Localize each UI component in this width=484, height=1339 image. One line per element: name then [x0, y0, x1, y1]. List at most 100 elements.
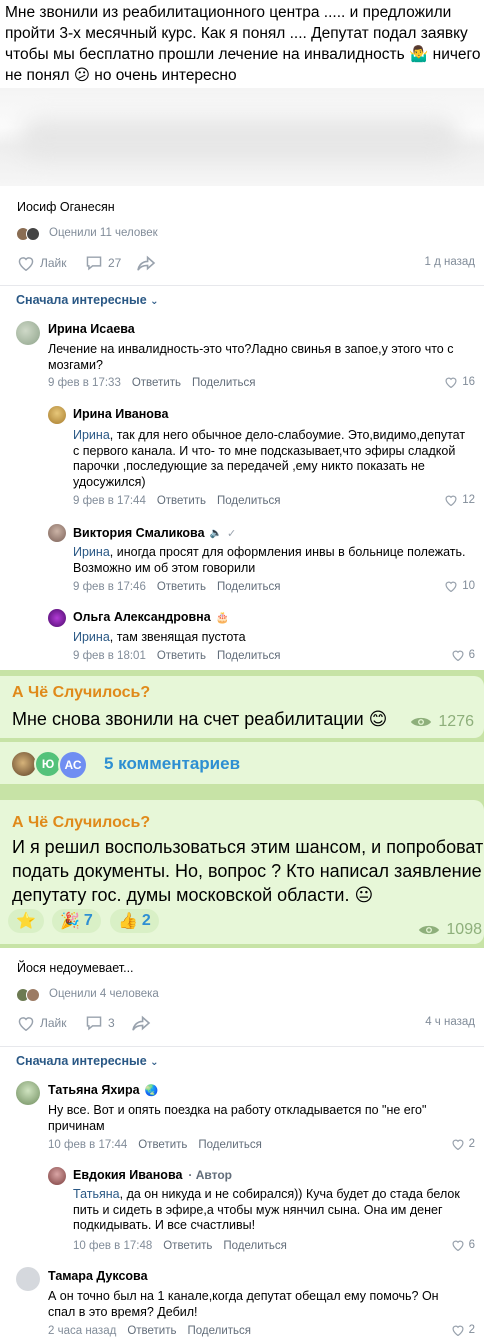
share-button[interactable]: Поделиться [217, 581, 281, 593]
reaction-count: 2 [141, 912, 151, 929]
message-bubble: А Чё Случилось? Мне снова звонили на сче… [0, 676, 484, 738]
channel-name[interactable]: А Чё Случилось? [12, 684, 150, 702]
view-counter: 1098 [418, 921, 482, 939]
reply-button[interactable]: Ответить [157, 495, 206, 507]
comment-date: 9 фев в 17:33 [48, 377, 121, 389]
comment-author[interactable]: Евдокия Иванова [73, 1168, 182, 1182]
avatar[interactable] [48, 406, 66, 424]
post-time: 4 ч назад [425, 1016, 475, 1028]
share-icon[interactable] [136, 255, 156, 271]
comment-body: , там звенящая пустота [109, 630, 246, 644]
reaction-star[interactable]: ⭐ [8, 909, 44, 933]
comment-author[interactable]: Виктория Смаликова [73, 526, 205, 540]
thumbs-up-icon: 👍 [118, 913, 138, 930]
reply-button[interactable]: Ответить [157, 581, 206, 593]
avatar[interactable] [16, 1267, 40, 1291]
comment-author-row: Ольга Александровна 🎂 [73, 610, 229, 624]
like-count: 6 [468, 649, 475, 661]
comment-like-button[interactable]: 6 [451, 649, 475, 661]
comment-author[interactable]: Ольга Александровна [73, 610, 211, 624]
reply-button[interactable]: Ответить [132, 377, 181, 389]
chevron-down-icon: ⌄ [150, 296, 159, 307]
comment-text: Ну все. Вот и опять поездка на работу от… [48, 1103, 427, 1133]
mention-link[interactable]: Ирина [73, 630, 110, 644]
comment-like-button[interactable]: 16 [444, 376, 475, 388]
rated-count[interactable]: Оценили 4 человека [49, 988, 159, 1000]
like-button[interactable]: Лайк [17, 254, 67, 272]
sort-label: Сначала интересные [16, 293, 147, 307]
avatar[interactable] [48, 1167, 66, 1185]
heart-icon [18, 257, 34, 271]
share-button[interactable]: Поделиться [223, 1240, 287, 1252]
heart-icon [18, 1017, 34, 1031]
mention-link[interactable]: Татьяна [73, 1187, 120, 1201]
star-icon: ⭐ [16, 913, 36, 930]
share-button[interactable]: Поделиться [198, 1139, 262, 1151]
comment-date: 10 фев в 17:44 [48, 1139, 128, 1151]
share-button[interactable]: Поделиться [217, 495, 281, 507]
comment-like-button[interactable]: 10 [444, 580, 475, 592]
comment-date: 9 фев в 17:46 [73, 581, 146, 593]
like-count: 6 [468, 1239, 475, 1251]
share-button[interactable]: Поделиться [217, 650, 281, 662]
comments-button[interactable]: 27 [85, 254, 121, 272]
post-author[interactable]: Иосиф Оганесян [17, 200, 115, 214]
comment-text: Татьяна, да он никуда и не собирался)) К… [73, 1187, 473, 1234]
post-author[interactable]: Йося недоумевает... [17, 961, 134, 975]
message-text: Мне снова звонили на счет реабилитации 😊 [12, 709, 388, 729]
reaction-party[interactable]: 🎉 7 [52, 909, 101, 933]
comment-body: , так для него обычное дело-слабоумие. Э… [73, 428, 466, 489]
message-text: И я решил воспользоваться этим шансом, и… [12, 837, 484, 905]
avatar[interactable] [48, 524, 66, 542]
channel-name[interactable]: А Чё Случилось? [12, 814, 150, 832]
like-count: 12 [462, 494, 475, 506]
heart-icon [445, 377, 457, 388]
share-icon[interactable] [131, 1015, 151, 1031]
heart-icon [452, 1240, 464, 1251]
like-button[interactable]: Лайк [17, 1014, 67, 1032]
cake-icon: 🎂 [215, 611, 230, 624]
comment-like-button[interactable]: 12 [444, 494, 475, 506]
eye-icon [419, 925, 440, 935]
blurred-image [0, 88, 484, 186]
comment-text: Ирина, иногда просят для оформления инвы… [73, 545, 473, 576]
avatar[interactable] [16, 321, 40, 345]
comment-like-button[interactable]: 6 [451, 1239, 475, 1251]
rated-count[interactable]: Оценили 11 человек [49, 227, 158, 239]
comment-author[interactable]: Ирина Исаева [48, 322, 135, 336]
share-button[interactable]: Поделиться [192, 377, 256, 389]
comment-author[interactable]: Ирина Иванова [73, 407, 168, 421]
reaction-thumbs-up[interactable]: 👍 2 [110, 909, 159, 933]
reply-button[interactable]: Ответить [138, 1139, 187, 1151]
chevron-down-icon: ⌄ [150, 1057, 159, 1068]
reply-button[interactable]: Ответить [127, 1325, 176, 1337]
avatar-initials: АС [58, 750, 88, 780]
globe-icon: 🌏 [144, 1084, 159, 1097]
comments-link[interactable]: 5 комментариев [104, 754, 240, 774]
comment-author-row: Виктория Смаликова 🔈 ✓ [73, 526, 236, 540]
post-text: Мне звонили из реабилитационного центра … [5, 4, 481, 84]
heart-icon [452, 650, 464, 661]
views-count: 1276 [438, 713, 474, 730]
comment-date: 10 фев в 17:48 [73, 1240, 153, 1252]
sort-selector[interactable]: Сначала интересные ⌄ [16, 293, 159, 307]
comment-author[interactable]: Татьяна Яхира [48, 1083, 140, 1097]
comment-author[interactable]: Тамара Дуксова [48, 1269, 148, 1283]
comment-author-row: Татьяна Яхира 🌏 [48, 1083, 158, 1097]
avatar[interactable] [16, 1081, 40, 1105]
mention-link[interactable]: Ирина [73, 428, 110, 442]
comment-like-button[interactable]: 2 [451, 1324, 475, 1336]
comment-body: , да он никуда и не собирался)) Куча буд… [73, 1187, 460, 1232]
reply-button[interactable]: Ответить [163, 1240, 212, 1252]
reply-button[interactable]: Ответить [157, 650, 206, 662]
sort-selector[interactable]: Сначала интересные ⌄ [16, 1054, 159, 1068]
comment-like-button[interactable]: 2 [451, 1138, 475, 1150]
comment-body: , иногда просят для оформления инвы в бо… [73, 545, 466, 575]
share-button[interactable]: Поделиться [187, 1325, 251, 1337]
comments-button[interactable]: 3 [85, 1014, 115, 1032]
comment-date: 9 фев в 17:44 [73, 495, 146, 507]
comment-date: 9 фев в 18:01 [73, 650, 146, 662]
avatar[interactable] [48, 609, 66, 627]
mention-link[interactable]: Ирина [73, 545, 110, 559]
comments-bar[interactable]: Ю АС 5 комментариев [0, 742, 484, 784]
